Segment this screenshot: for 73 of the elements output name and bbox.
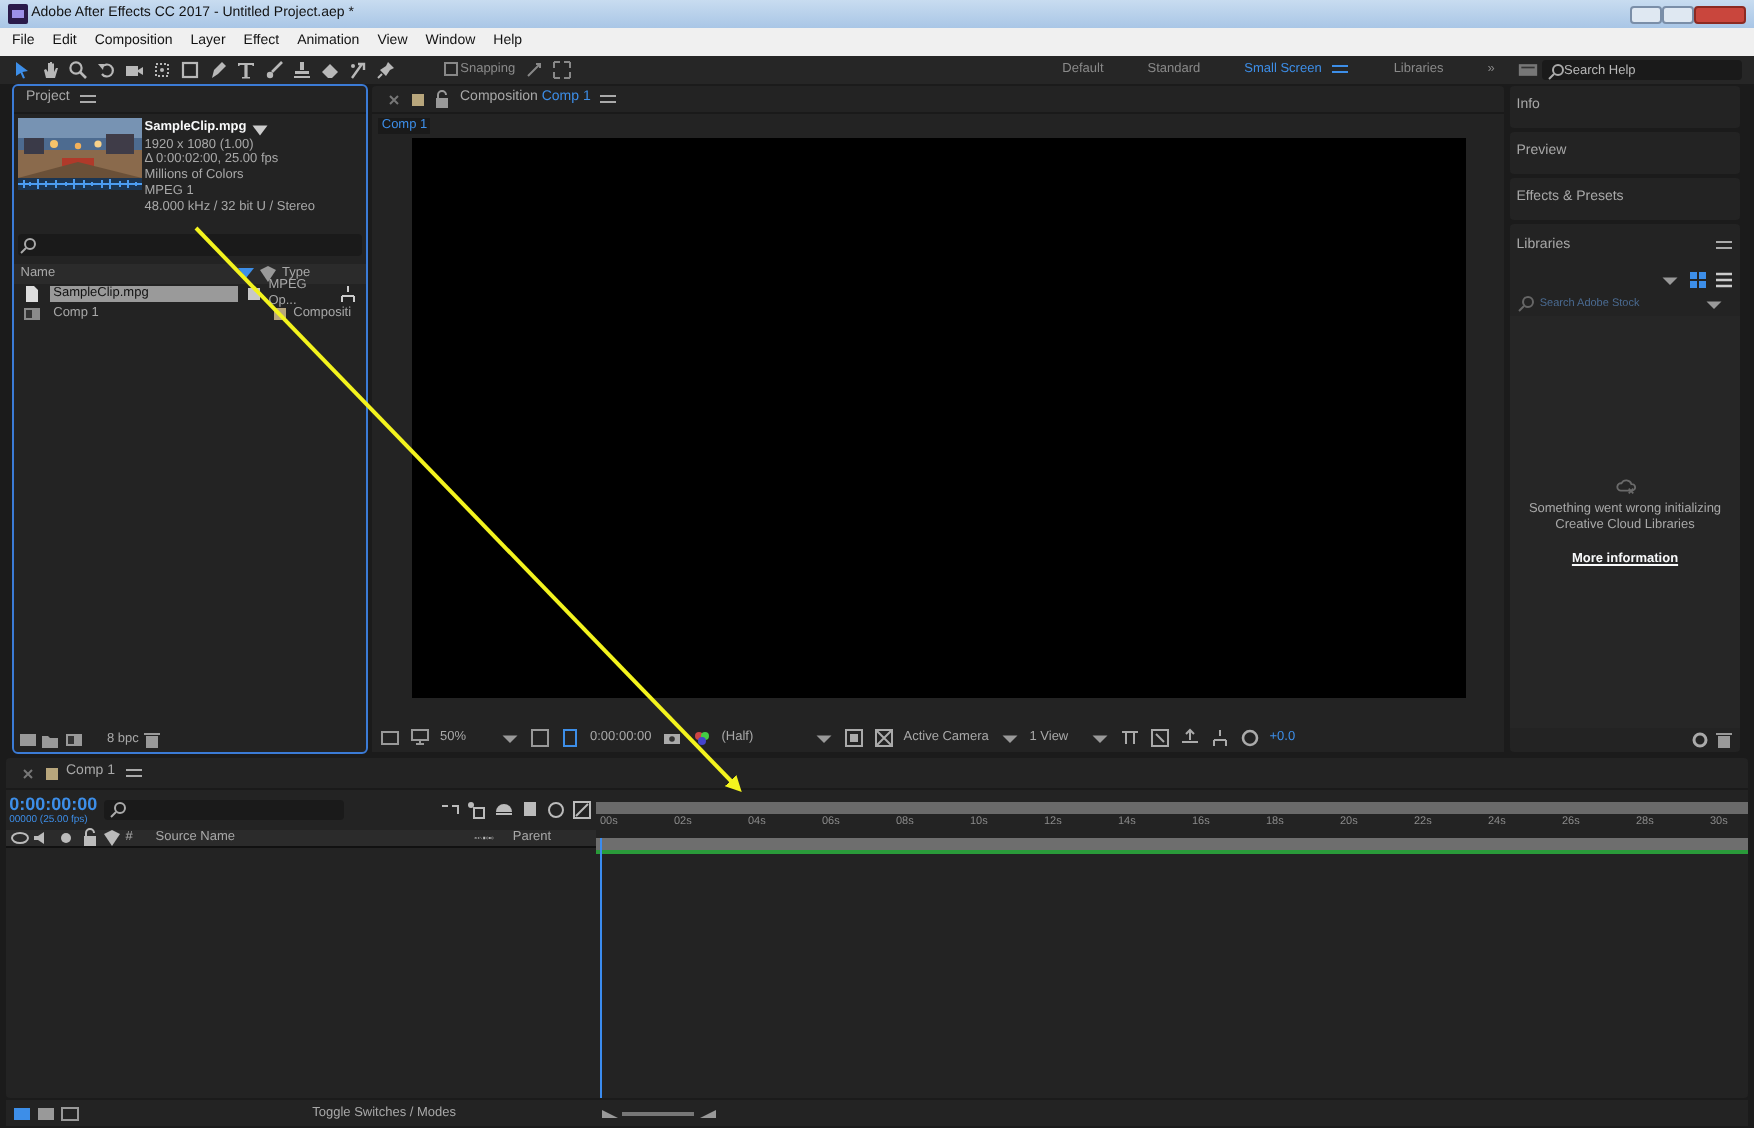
export-icon[interactable] <box>1179 728 1200 748</box>
graph-editor-icon[interactable] <box>572 800 593 820</box>
crosshair-icon[interactable] <box>152 60 172 80</box>
search-icon <box>1516 294 1537 314</box>
layout-icon[interactable] <box>1119 728 1140 748</box>
label-swatch <box>46 767 58 779</box>
menu-icon[interactable] <box>598 89 619 109</box>
label-icon[interactable] <box>102 828 123 848</box>
roto-brush-icon[interactable] <box>348 60 368 80</box>
expand-icon[interactable] <box>1149 728 1170 748</box>
lock-icon[interactable] <box>432 89 452 109</box>
search-field[interactable] <box>17 234 363 256</box>
close-button[interactable] <box>1694 5 1746 23</box>
pin-icon[interactable] <box>376 60 396 80</box>
maximize-button[interactable] <box>1662 5 1694 23</box>
monitor-icon[interactable] <box>410 728 430 748</box>
roi-icon[interactable] <box>843 728 864 748</box>
hand-icon[interactable] <box>40 60 60 80</box>
brush-icon[interactable] <box>264 60 284 80</box>
frame-blend-icon[interactable] <box>519 800 540 820</box>
search-field[interactable] <box>103 800 344 820</box>
exposure-icon[interactable] <box>1239 728 1260 748</box>
search-icon <box>1546 62 1566 82</box>
pen-icon[interactable] <box>208 60 228 80</box>
menu-icon[interactable] <box>77 89 98 109</box>
timecode-display[interactable]: 0:00:00:00 <box>9 793 98 815</box>
search-icon <box>107 800 128 820</box>
composition-icon[interactable] <box>63 730 84 750</box>
label-swatch <box>412 93 424 105</box>
flowchart-icon[interactable] <box>338 284 358 304</box>
sync-icon[interactable] <box>1690 730 1711 750</box>
flowchart-icon[interactable] <box>1209 728 1230 748</box>
composition-icon <box>22 304 42 324</box>
draft-3d-icon[interactable] <box>440 800 461 820</box>
region-icon[interactable] <box>380 728 400 748</box>
folder-icon[interactable] <box>40 730 61 750</box>
stamp-icon[interactable] <box>292 60 312 80</box>
magnifier-icon[interactable] <box>68 60 88 80</box>
list-view-icon[interactable] <box>1713 270 1734 290</box>
eraser-icon[interactable] <box>320 60 340 80</box>
keyboard-icon[interactable] <box>1518 60 1539 80</box>
mask-icon[interactable] <box>560 728 580 748</box>
grid-view-icon[interactable] <box>1687 270 1707 290</box>
snapshot-icon[interactable] <box>661 728 682 748</box>
shy-icon[interactable] <box>493 800 514 820</box>
grid-icon[interactable] <box>530 728 550 748</box>
trash-icon[interactable] <box>142 730 163 750</box>
search-icon <box>17 235 38 255</box>
snapping-checkbox[interactable] <box>443 62 457 77</box>
comp-flowchart-icon[interactable] <box>466 800 487 820</box>
menu-icon[interactable] <box>123 763 144 783</box>
expand-icon[interactable] <box>551 60 572 80</box>
eye-icon[interactable] <box>9 828 30 848</box>
close-icon[interactable] <box>18 763 38 783</box>
pointer-icon[interactable] <box>12 60 32 80</box>
rotate-icon[interactable] <box>96 60 116 80</box>
lock-icon[interactable] <box>79 828 99 848</box>
camera-icon[interactable] <box>124 60 144 80</box>
app-icon <box>8 4 28 24</box>
interpret-icon[interactable] <box>17 730 38 750</box>
layer-switch-icon[interactable] <box>12 1103 33 1123</box>
in-out-icon[interactable] <box>59 1103 79 1123</box>
text-icon[interactable] <box>236 60 256 80</box>
snap-icon[interactable] <box>523 60 544 80</box>
transparency-icon[interactable] <box>873 728 894 748</box>
minimize-button[interactable] <box>1630 5 1662 23</box>
motion-blur-icon[interactable] <box>546 800 567 820</box>
rectangle-icon[interactable] <box>180 60 200 80</box>
solo-icon[interactable] <box>55 828 76 848</box>
trash-icon[interactable] <box>1713 730 1734 750</box>
cloud-error-icon <box>1615 476 1635 497</box>
close-icon[interactable] <box>384 89 404 109</box>
modes-icon[interactable] <box>35 1103 56 1123</box>
